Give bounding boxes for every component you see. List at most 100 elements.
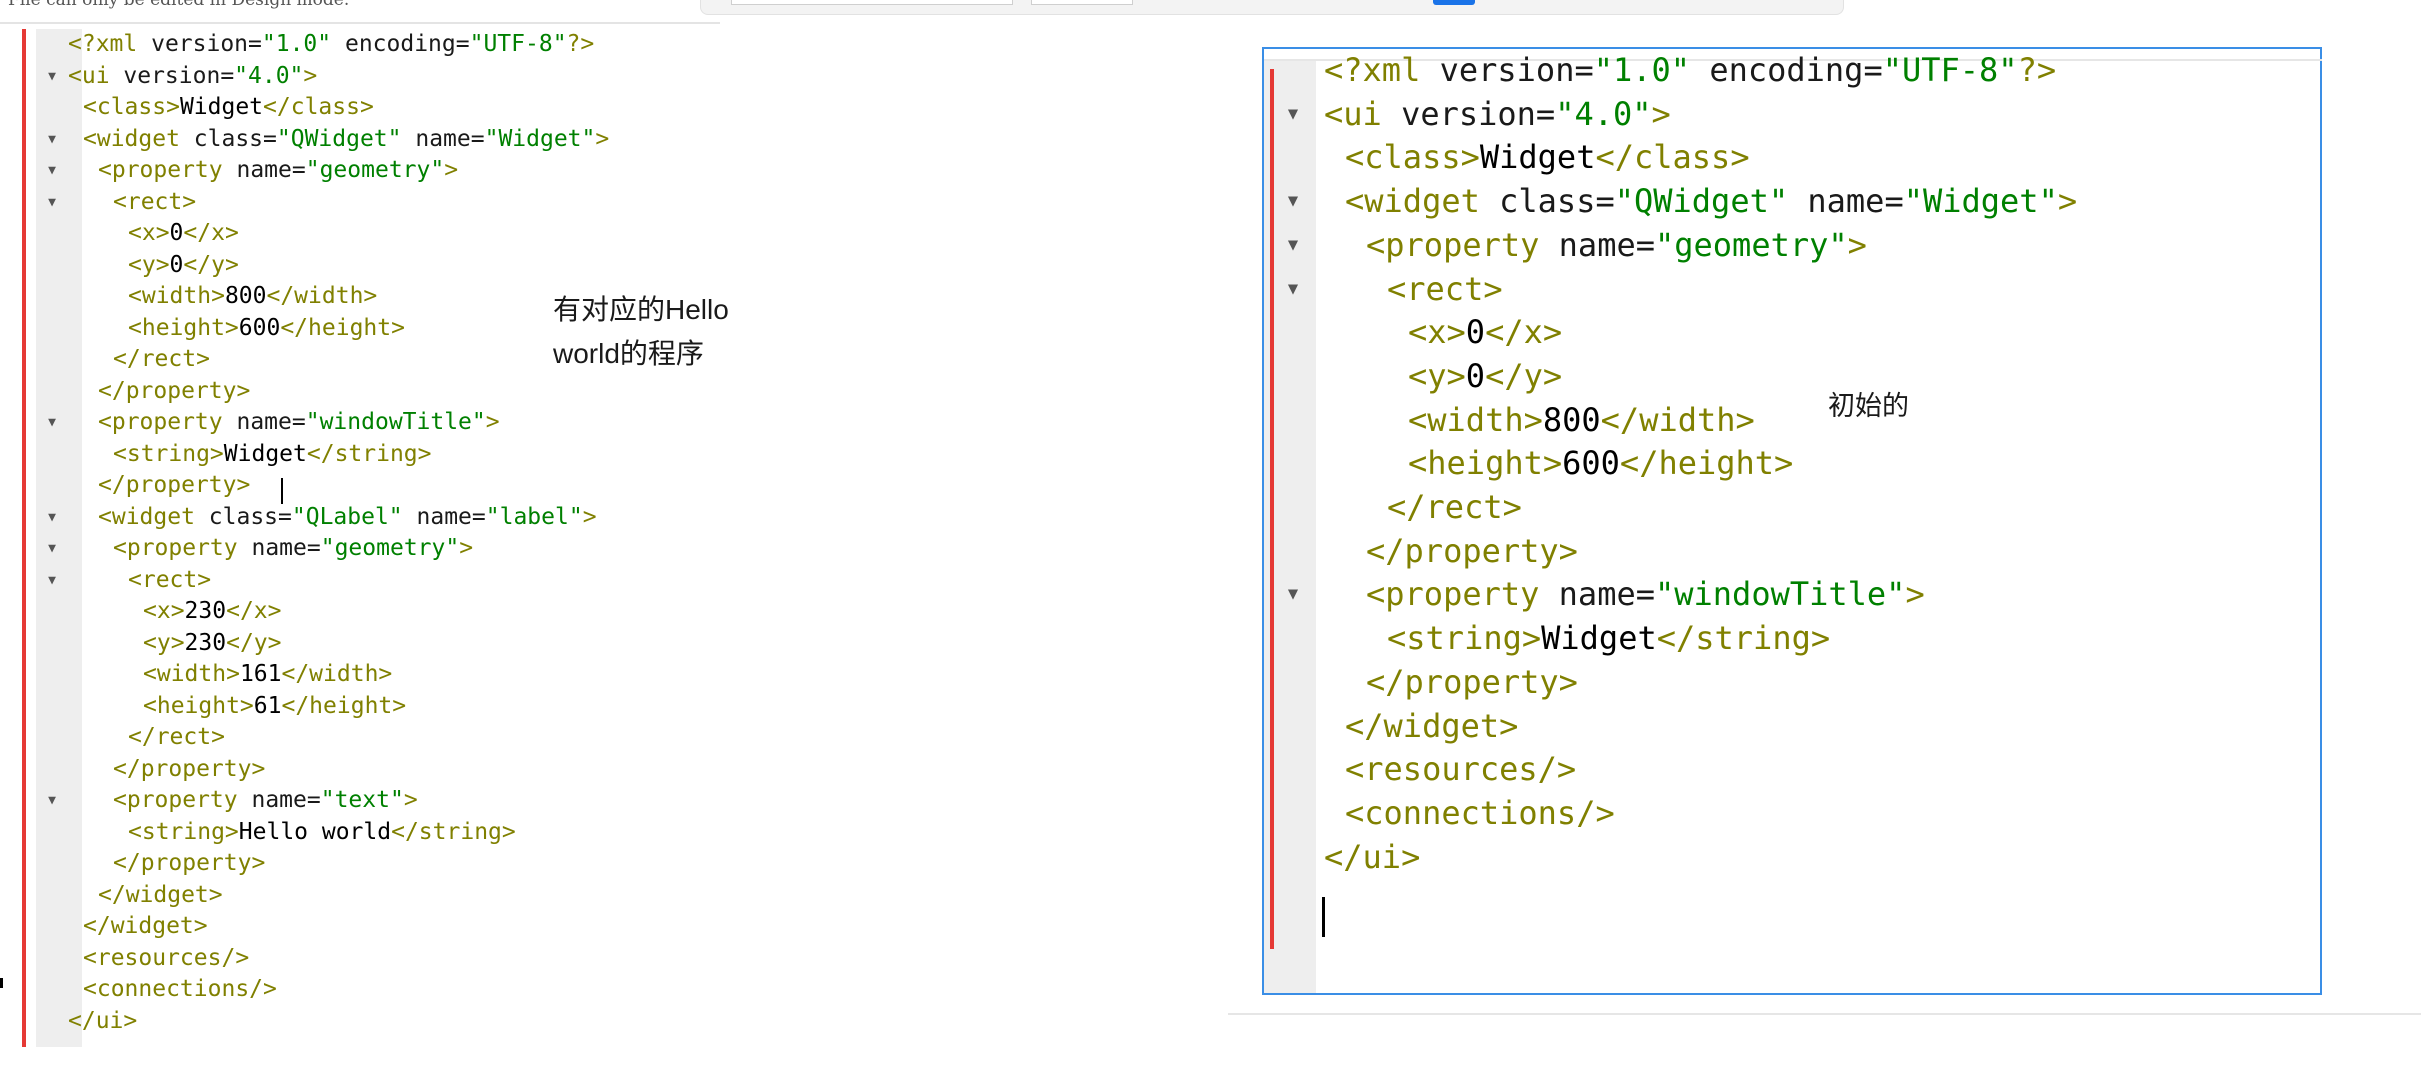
fold-arrow-down-icon[interactable]: ▼: [42, 407, 62, 439]
code-token-tag: </class>: [1595, 138, 1750, 177]
fold-arrow-down-icon[interactable]: ▼: [1280, 93, 1306, 137]
left-annotation: 有对应的Hello world的程序: [553, 288, 729, 376]
code-token-tag: >: [1905, 575, 1925, 614]
fold-arrow-down-icon[interactable]: ▼: [1280, 224, 1306, 268]
code-token-val: "geometry": [320, 535, 460, 561]
code-text: <y>0</y>: [1408, 355, 1562, 399]
fold-arrow-down-icon[interactable]: ▼: [42, 61, 62, 93]
code-token-attr: class=: [1499, 182, 1615, 221]
code-token-attr: name=: [1788, 182, 1904, 221]
code-token-tag: ?>: [2017, 51, 2057, 89]
code-token-val: "Widget": [484, 125, 596, 152]
code-text: <property name="geometry">: [1366, 224, 1867, 268]
code-token-tag: >: [595, 125, 610, 152]
code-text: <connections/>: [83, 974, 277, 1006]
right-annotation: 初始的: [1828, 391, 1909, 421]
fold-arrow-down-icon[interactable]: ▼: [42, 785, 62, 817]
toolbar-button[interactable]: [1433, 0, 1475, 5]
code-token-tag: <resources/>: [83, 944, 250, 971]
code-text: </property>: [1366, 661, 1578, 705]
fold-arrow-down-icon[interactable]: ▼: [1280, 268, 1306, 312]
left-annotation-line-2: world的程序: [553, 338, 704, 369]
code-text: <y>230</y>: [143, 628, 281, 660]
code-text: <?xml version="1.0" encoding="UTF-8"?>: [68, 29, 594, 61]
code-token-val: "label": [485, 503, 583, 530]
left-change-marker: [22, 29, 26, 1047]
code-token-val: "UTF-8": [469, 31, 567, 57]
fold-arrow-down-icon[interactable]: ▼: [42, 502, 62, 534]
top-toolbar-edge: [700, 0, 1844, 15]
code-text: <property name="geometry">: [113, 533, 473, 565]
code-token-txt: 230: [184, 598, 227, 624]
code-token-tag: <y>: [143, 629, 185, 656]
code-text: <property name="geometry">: [98, 155, 458, 187]
code-token-txt: Widget: [1479, 138, 1596, 177]
code-token-attr: encoding=: [331, 31, 470, 57]
code-text: <rect>: [113, 187, 196, 219]
code-token-txt: 600: [238, 314, 281, 341]
code-token-tag: >: [403, 787, 418, 813]
code-token-tag: <widget: [83, 125, 194, 152]
code-text: </rect>: [1387, 486, 1522, 530]
code-text: <rect>: [128, 565, 211, 597]
code-token-tag: </property>: [113, 755, 266, 782]
code-token-attr: encoding=: [1690, 51, 1883, 89]
code-token-txt: Widget: [179, 94, 264, 120]
code-text: <string>Hello world</string>: [128, 817, 516, 849]
code-token-val: "Widget": [1903, 182, 2058, 221]
code-text: <width>161</width>: [143, 659, 392, 691]
code-token-tag: >: [485, 409, 500, 435]
code-text: <width>800</width>: [1408, 399, 1755, 443]
fold-arrow-down-icon[interactable]: ▼: [42, 124, 62, 156]
code-token-tag: >: [303, 62, 318, 89]
code-token-attr: version=: [123, 62, 235, 89]
code-token-attr: name=: [251, 535, 321, 561]
toolbar-field-right[interactable]: [1031, 0, 1133, 5]
code-token-tag: </widget>: [1345, 706, 1519, 745]
code-token-tag: <y>: [128, 251, 170, 278]
code-token-val: "geometry": [305, 157, 445, 183]
code-token-tag: <property: [98, 409, 237, 435]
code-token-txt: 800: [1542, 400, 1601, 439]
fold-arrow-down-icon[interactable]: ▼: [42, 187, 62, 219]
code-text: <widget class="QWidget" name="Widget">: [83, 124, 609, 156]
code-token-tag: </string>: [1656, 619, 1831, 658]
code-token-tag: </width>: [266, 283, 378, 309]
left-text-cursor: [281, 478, 283, 504]
fold-arrow-down-icon[interactable]: ▼: [42, 565, 62, 597]
code-token-tag: </width>: [281, 661, 393, 687]
code-token-tag: >: [1847, 225, 1867, 264]
code-token-val: "windowTitle": [1654, 575, 1906, 614]
code-token-tag: <property: [113, 535, 252, 561]
code-token-attr: class=: [208, 503, 292, 530]
code-text: <x>230</x>: [143, 596, 281, 628]
fold-arrow-down-icon[interactable]: ▼: [42, 155, 62, 187]
code-token-tag: >: [444, 157, 459, 183]
code-token-tag: <rect>: [128, 566, 212, 593]
code-token-txt: 600: [1562, 444, 1620, 483]
code-text: <class>Widget</class>: [1345, 136, 1750, 180]
code-token-tag: <width>: [143, 661, 240, 687]
fold-arrow-down-icon[interactable]: ▼: [1280, 180, 1306, 224]
code-token-tag: <?xml: [68, 31, 152, 57]
code-token-tag: </x>: [1485, 313, 1563, 352]
code-token-val: "geometry": [1654, 225, 1848, 264]
code-token-val: "QWidget": [276, 125, 402, 152]
code-token-tag: </property>: [1366, 662, 1578, 701]
code-token-tag: <?xml: [1324, 51, 1440, 89]
code-token-tag: <ui: [1324, 94, 1402, 133]
code-token-tag: <rect>: [1387, 269, 1503, 308]
right-code-editor[interactable]: <?xml version="1.0" encoding="UTF-8"?> ▼ <…: [1262, 47, 2322, 995]
fold-arrow-down-icon[interactable]: ▼: [1280, 573, 1306, 617]
fold-arrow-down-icon[interactable]: ▼: [42, 533, 62, 565]
code-token-txt: 800: [224, 283, 267, 309]
left-code-editor[interactable]: <?xml version="1.0" encoding="UTF-8"?> ▼ <…: [22, 29, 722, 1049]
code-token-tag: </x>: [226, 598, 282, 624]
toolbar-field-left[interactable]: [731, 0, 1013, 5]
code-token-tag: </string>: [306, 440, 432, 467]
code-token-tag: </y>: [1485, 356, 1563, 395]
code-text: <property name="text">: [113, 785, 418, 817]
code-token-txt: 0: [1465, 356, 1486, 395]
code-text: <ui version="4.0">: [1324, 93, 1671, 137]
code-token-tag: <property: [98, 157, 237, 183]
